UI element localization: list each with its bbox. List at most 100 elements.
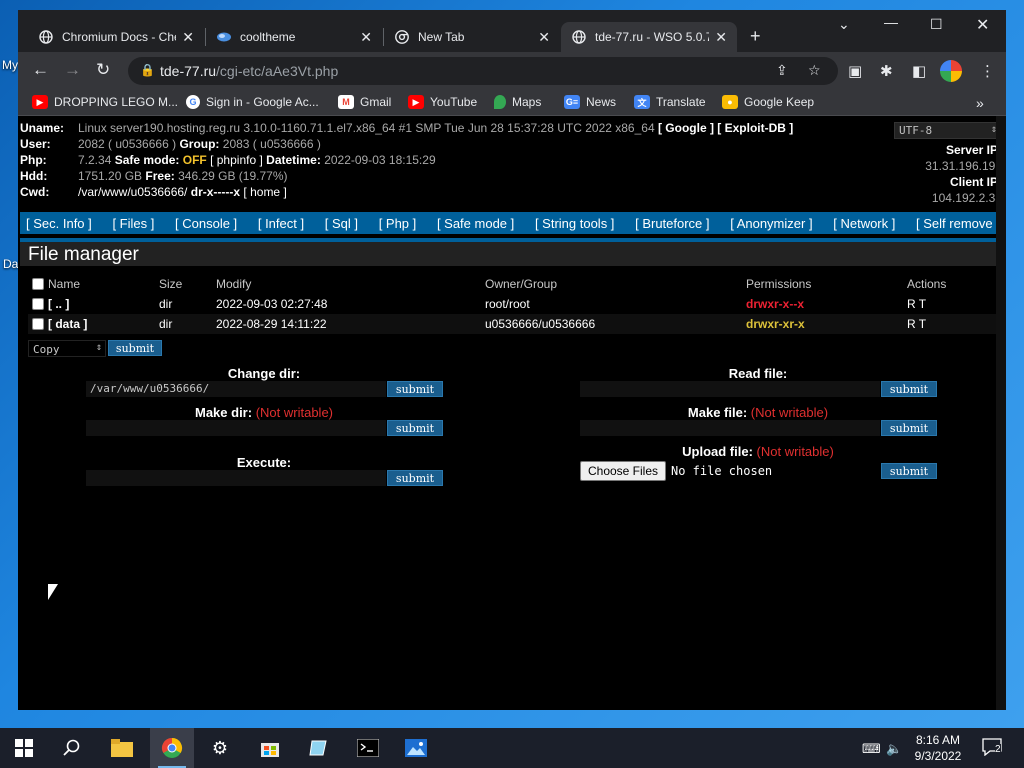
execute-label: Execute: xyxy=(236,455,292,470)
menu-console[interactable]: [ Console ] xyxy=(175,216,237,231)
change-dir-submit-button[interactable]: submit xyxy=(387,381,443,397)
bookmark-item[interactable]: Maps xyxy=(494,95,541,109)
encoding-select[interactable]: UTF-8 ⇕ xyxy=(894,122,1002,139)
bookmark-item[interactable]: ▶ YouTube xyxy=(408,95,477,109)
row-checkbox[interactable] xyxy=(32,298,44,310)
home-link[interactable]: [ home ] xyxy=(243,184,286,200)
select-all-checkbox[interactable] xyxy=(32,278,44,290)
search-icon[interactable] xyxy=(60,736,84,760)
menu-files[interactable]: [ Files ] xyxy=(112,216,154,231)
page-scrollbar[interactable] xyxy=(996,116,1006,710)
action-submit-button[interactable]: submit xyxy=(108,340,162,356)
close-icon[interactable]: ✕ xyxy=(538,29,550,46)
make-file-submit-button[interactable]: submit xyxy=(881,420,937,436)
tab-wso[interactable]: tde-77.ru - WSO 5.0.7 ✕ xyxy=(561,22,737,52)
window-close-icon[interactable]: ✕ xyxy=(976,15,989,35)
tab-label: cooltheme xyxy=(240,30,296,44)
bookmark-item[interactable]: ● Google Keep xyxy=(722,95,814,109)
bookmark-item[interactable]: 文 Translate xyxy=(634,95,706,109)
change-dir-input[interactable]: /var/www/u0536666/ xyxy=(86,381,386,397)
kebab-menu-icon[interactable]: ⋮ xyxy=(980,62,995,80)
bookmarks-overflow-icon[interactable]: » xyxy=(976,95,984,111)
tab-new-tab[interactable]: New Tab ✕ xyxy=(384,22,560,52)
settings-gear-icon[interactable]: ⚙ xyxy=(208,736,232,760)
close-icon[interactable]: ✕ xyxy=(715,29,727,46)
tab-search-chevron-icon[interactable]: ⌄ xyxy=(838,16,850,33)
forward-arrow-icon[interactable]: → xyxy=(64,60,81,80)
menu-self-remove[interactable]: [ Self remove ] xyxy=(916,216,1000,231)
profile-avatar[interactable] xyxy=(940,60,962,82)
menu-network[interactable]: [ Network ] xyxy=(833,216,895,231)
hdd-row: Hdd: 1751.20 GB Free: 346.29 GB (19.77%) xyxy=(20,169,288,183)
phpinfo-link[interactable]: [ phpinfo ] xyxy=(210,152,263,168)
menu-php[interactable]: [ Php ] xyxy=(379,216,417,231)
chrome-taskbar-icon[interactable] xyxy=(150,728,194,768)
file-explorer-icon[interactable] xyxy=(110,736,134,760)
terminal-icon[interactable] xyxy=(356,736,380,760)
dir-link[interactable]: [ data ] xyxy=(48,317,87,331)
address-bar[interactable]: 🔒 tde-77.ru/cgi-etc/aAe3Vt.php ⇪ ☆ xyxy=(128,57,838,85)
row-checkbox[interactable] xyxy=(32,318,44,330)
menu-bruteforce[interactable]: [ Bruteforce ] xyxy=(635,216,709,231)
menu-string-tools[interactable]: [ String tools ] xyxy=(535,216,614,231)
make-file-input[interactable] xyxy=(580,420,880,436)
row-actions[interactable]: R T xyxy=(907,317,926,331)
execute-submit-button[interactable]: submit xyxy=(387,470,443,486)
menu-sec-info[interactable]: [ Sec. Info ] xyxy=(26,216,92,231)
notification-icon[interactable]: 2 xyxy=(982,738,1004,758)
dir-link[interactable]: [ .. ] xyxy=(48,297,69,311)
browser-window: Chromium Docs - Che ✕ cooltheme ✕ New Ta… xyxy=(18,10,1006,710)
client-ip: 104.192.2.38 xyxy=(931,191,1002,205)
side-panel-icon[interactable]: ◧ xyxy=(912,62,926,80)
row-actions[interactable]: R T xyxy=(907,297,926,311)
bookmark-star-icon[interactable]: ☆ xyxy=(808,62,821,79)
close-icon[interactable]: ✕ xyxy=(360,29,372,46)
photos-icon[interactable] xyxy=(404,736,428,760)
menu-infect[interactable]: [ Infect ] xyxy=(258,216,304,231)
tab-cooltheme[interactable]: cooltheme ✕ xyxy=(206,22,382,52)
bookmark-item[interactable]: G Sign in - Google Ac... xyxy=(186,95,319,109)
cwd-path-link[interactable]: /var/www/u0536666/ xyxy=(78,184,187,200)
share-icon[interactable]: ⇪ xyxy=(776,62,788,79)
address-url[interactable]: tde-77.ru/cgi-etc/aAe3Vt.php xyxy=(160,63,338,79)
read-file-submit-button[interactable]: submit xyxy=(881,381,937,397)
action-select[interactable]: Copy ⇕ xyxy=(28,340,106,357)
tab-chromium-docs[interactable]: Chromium Docs - Che ✕ xyxy=(28,22,204,52)
store-icon[interactable] xyxy=(258,736,282,760)
notebook-app-icon[interactable] xyxy=(306,736,330,760)
bookmarks-bar: ▶ DROPPING LEGO M... G Sign in - Google Ac… xyxy=(18,90,1006,116)
reload-icon[interactable]: ↻ xyxy=(96,60,110,80)
screenshot-extension-icon[interactable]: ▣ xyxy=(848,62,862,80)
system-clock[interactable]: 8:16 AM 9/3/2022 xyxy=(908,732,968,764)
make-dir-submit-button[interactable]: submit xyxy=(387,420,443,436)
network-icon[interactable]: ⌨ xyxy=(862,741,881,757)
globe-icon xyxy=(38,29,54,45)
windows-start-icon[interactable] xyxy=(12,736,36,760)
lock-icon[interactable]: 🔒 xyxy=(140,63,155,77)
close-icon[interactable]: ✕ xyxy=(182,29,194,46)
menu-sql[interactable]: [ Sql ] xyxy=(325,216,358,231)
search-links[interactable]: [ Google ] [ Exploit-DB ] xyxy=(658,120,793,136)
bookmark-item[interactable]: M Gmail xyxy=(338,95,391,109)
bookmark-item[interactable]: G≡ News xyxy=(564,95,616,109)
permissions-link[interactable]: drwxr-xr-x xyxy=(746,317,805,331)
make-dir-input[interactable] xyxy=(86,420,386,436)
menu-anonymizer[interactable]: [ Anonymizer ] xyxy=(730,216,812,231)
read-file-label: Read file: xyxy=(728,366,788,381)
back-arrow-icon[interactable]: ← xyxy=(32,60,49,80)
minimize-icon[interactable]: — xyxy=(884,14,898,30)
desktop-icon-label[interactable]: Da xyxy=(3,257,18,271)
maximize-icon[interactable]: ☐ xyxy=(930,16,943,33)
bookmark-item[interactable]: ▶ DROPPING LEGO M... xyxy=(32,95,178,109)
permissions-link[interactable]: drwxr-x--x xyxy=(746,297,804,311)
execute-input[interactable] xyxy=(86,470,386,486)
new-tab-plus-icon[interactable]: + xyxy=(750,26,761,47)
menu-safe-mode[interactable]: [ Safe mode ] xyxy=(437,216,514,231)
volume-icon[interactable]: 🔈 xyxy=(886,741,902,757)
desktop-icon-label[interactable]: My xyxy=(2,58,18,72)
read-file-input[interactable] xyxy=(580,381,880,397)
extensions-puzzle-icon[interactable]: ✱ xyxy=(880,62,893,80)
upload-submit-button[interactable]: submit xyxy=(881,463,937,479)
choose-files-button[interactable]: Choose Files xyxy=(580,461,666,481)
taskbar: ⚙ ⌨ 🔈 8:16 AM 9/3/2022 2 xyxy=(0,728,1024,768)
